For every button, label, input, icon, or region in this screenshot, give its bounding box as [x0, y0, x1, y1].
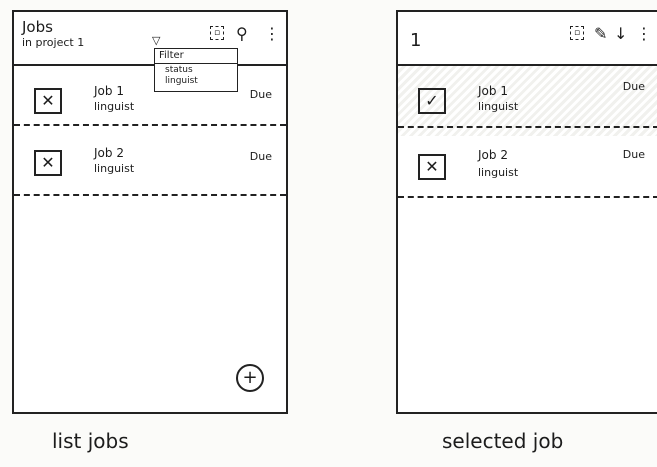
more-vertical-icon[interactable]: ⋮: [636, 26, 652, 42]
job-linguist: linguist: [478, 166, 519, 179]
divider: [398, 196, 657, 198]
download-icon[interactable]: ↓: [614, 26, 627, 42]
filter-dropdown-icon[interactable]: ▽: [152, 34, 160, 47]
filter-menu-title: Filter: [159, 50, 184, 61]
job-title: Job 2: [94, 146, 124, 160]
job-title: Job 2: [478, 148, 508, 162]
due-label: Due: [249, 150, 272, 163]
app-bar: Jobs in project 1 ▽ ▫ ⚲ ⋮ Filter status …: [14, 12, 286, 92]
item-checkbox-checked[interactable]: ✓: [418, 88, 446, 114]
item-checkbox[interactable]: ✕: [34, 88, 62, 114]
job-title: Job 1: [478, 84, 508, 98]
due-label: Due: [249, 88, 272, 101]
item-checkbox[interactable]: ✕: [418, 154, 446, 180]
filter-menu: Filter status linguist: [154, 48, 238, 92]
edit-icon[interactable]: ✎: [594, 26, 607, 42]
wireframe-stage: Jobs in project 1 ▽ ▫ ⚲ ⋮ Filter status …: [0, 0, 657, 467]
caption-selected-job: selected job: [442, 429, 564, 453]
filter-option-linguist[interactable]: linguist: [165, 76, 198, 86]
list-item[interactable]: ✕ Job 2 linguist Due: [14, 130, 286, 200]
app-bar: 1 ▫ ✎ ↓ ⋮: [398, 12, 657, 66]
item-checkbox[interactable]: ✕: [34, 150, 62, 176]
job-linguist: linguist: [94, 162, 135, 175]
phone-list-jobs: Jobs in project 1 ▽ ▫ ⚲ ⋮ Filter status …: [12, 10, 288, 414]
search-icon[interactable]: ⚲: [236, 26, 248, 42]
list-item[interactable]: ✕ Job 2 linguist Due: [398, 132, 657, 202]
add-job-button[interactable]: +: [236, 364, 264, 392]
job-title: Job 1: [94, 84, 124, 98]
due-label: Due: [622, 148, 645, 161]
caption-list-jobs: list jobs: [52, 429, 129, 453]
selection-count: 1: [410, 30, 422, 51]
page-title: Jobs: [22, 18, 53, 36]
filter-option-status[interactable]: status: [165, 65, 193, 75]
select-all-icon[interactable]: ▫: [570, 26, 584, 40]
job-linguist: linguist: [94, 100, 135, 113]
due-label: Due: [622, 80, 645, 93]
phone-selected-job: 1 ▫ ✎ ↓ ⋮ ✓ Job 1 linguist Due ✕ Job 2 l…: [396, 10, 657, 414]
menu-separator: [155, 63, 237, 64]
project-subtitle[interactable]: in project 1: [22, 36, 84, 49]
select-all-icon[interactable]: ▫: [210, 26, 224, 40]
divider: [14, 194, 286, 196]
divider: [14, 124, 286, 126]
divider: [398, 126, 657, 128]
job-linguist: linguist: [478, 100, 519, 113]
more-vertical-icon[interactable]: ⋮: [264, 26, 280, 42]
